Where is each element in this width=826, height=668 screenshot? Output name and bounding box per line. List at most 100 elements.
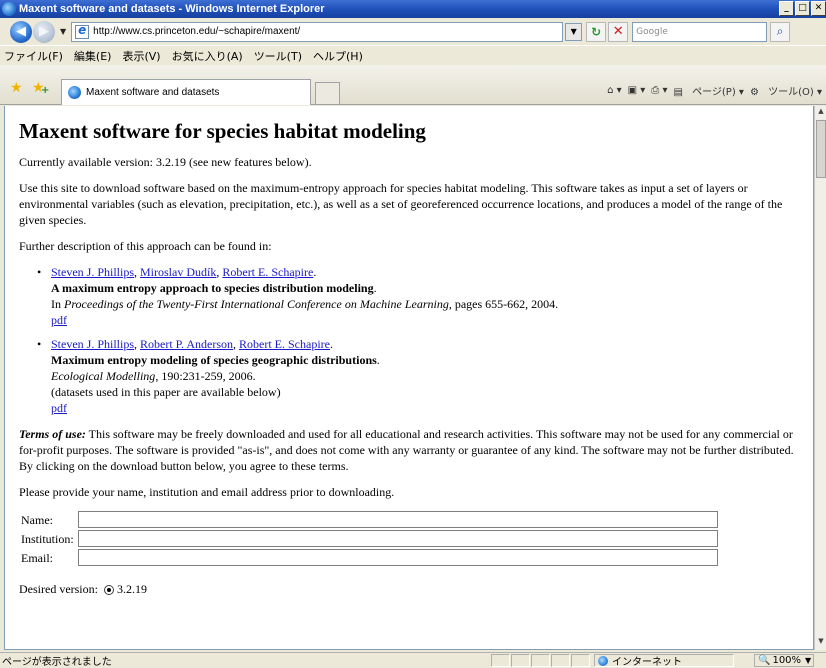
download-form: Name: Institution: Email: — [19, 510, 720, 567]
zoom-level: 100% — [772, 655, 802, 666]
status-bar: ページが表示されました インターネット 🔍 100% ▼ — [0, 652, 826, 668]
url-field[interactable]: http://www.cs.princeton.edu/~schapire/ma… — [71, 21, 564, 42]
search-input[interactable]: Google — [632, 21, 768, 42]
menu-tools[interactable]: ツール(T) — [254, 48, 302, 64]
page-viewport: Maxent software for species habitat mode… — [4, 106, 814, 650]
menu-help[interactable]: ヘルプ(H) — [313, 48, 363, 64]
institution-field[interactable] — [77, 530, 718, 547]
scroll-up-icon[interactable]: ▲ — [816, 107, 826, 119]
menu-file[interactable]: ファイル(F) — [4, 48, 63, 64]
vertical-scrollbar[interactable]: ▲ ▼ — [814, 106, 826, 650]
further-text: Further description of this approach can… — [19, 239, 272, 253]
tab-label: Maxent software and datasets — [86, 87, 220, 98]
address-bar: ◀ ▶ ▼ http://www.cs.princeton.edu/~schap… — [0, 18, 826, 45]
tab-maxent[interactable]: Maxent software and datasets — [61, 79, 311, 105]
terms-paragraph: Terms of use: This software may be freel… — [19, 426, 809, 474]
venue-name: Proceedings of the Twenty-First Internat… — [64, 297, 449, 311]
history-dropdown-icon[interactable]: ▼ — [60, 27, 66, 36]
favorites-star-icon[interactable]: ★ — [10, 80, 23, 96]
ie-page-icon — [68, 86, 81, 99]
reference-title: A maximum entropy approach to species di… — [51, 281, 374, 295]
search-placeholder: Google — [636, 26, 668, 37]
title-bar: Maxent software and datasets - Windows I… — [0, 0, 826, 18]
scroll-thumb[interactable] — [816, 120, 826, 178]
reference-note: (datasets used in this paper are availab… — [51, 385, 281, 399]
version-radio[interactable] — [103, 585, 114, 596]
status-segment — [571, 654, 590, 667]
status-segment — [551, 654, 570, 667]
web-page: Maxent software for species habitat mode… — [19, 106, 809, 597]
window-controls: _ □ ✕ — [779, 1, 826, 16]
venue-suffix: , 190:231-259, 2006. — [155, 369, 256, 383]
author-link[interactable]: Robert E. Schapire — [239, 337, 330, 351]
list-item: Steven J. Phillips, Miroslav Dudík, Robe… — [35, 264, 809, 328]
ie-logo-icon — [2, 2, 16, 16]
institution-label: Institution: — [21, 531, 74, 546]
minimize-button[interactable]: _ — [779, 1, 794, 16]
zone-label: インターネット — [612, 657, 682, 668]
name-label: Name: — [21, 512, 53, 527]
globe-icon — [598, 655, 608, 666]
author-link[interactable]: Miroslav Dudík — [140, 265, 216, 279]
email-field[interactable] — [77, 549, 718, 566]
zoom-dropdown-icon[interactable]: ▼ — [805, 656, 811, 665]
page-heading: Maxent software for species habitat mode… — [19, 119, 426, 143]
menu-edit[interactable]: 編集(E) — [74, 48, 112, 64]
url-dropdown-icon[interactable]: ▼ — [565, 22, 583, 41]
status-segment — [531, 654, 550, 667]
status-segment — [511, 654, 530, 667]
venue-prefix: In — [51, 297, 64, 311]
page-icon — [75, 23, 90, 39]
zoom-control[interactable]: 🔍 100% ▼ — [754, 654, 814, 667]
new-tab-button[interactable] — [315, 82, 340, 104]
scroll-down-icon[interactable]: ▼ — [816, 637, 826, 649]
version-text: Currently available version: 3.2.19 (see… — [19, 155, 312, 169]
forward-button[interactable]: ▶ — [33, 20, 55, 43]
close-button[interactable]: ✕ — [811, 1, 826, 16]
desired-version-label: Desired version: — [19, 582, 98, 596]
tools-menu[interactable]: ⚙ ツール(O) ▾ — [750, 83, 822, 98]
status-segment — [491, 654, 510, 667]
command-bar: ⌂ ▾ ▣ ▾ ⎙ ▾ ▤ ページ(P) ▾ ⚙ ツール(O) ▾ — [601, 83, 822, 98]
author-link[interactable]: Robert E. Schapire — [222, 265, 313, 279]
menu-view[interactable]: 表示(V) — [122, 48, 160, 64]
desired-version-row: Desired version: 3.2.19 — [19, 581, 809, 597]
list-item: Steven J. Phillips, Robert P. Anderson, … — [35, 336, 809, 416]
security-zone[interactable]: インターネット — [594, 654, 734, 668]
url-text[interactable]: http://www.cs.princeton.edu/~schapire/ma… — [93, 26, 300, 37]
venue-name: Ecological Modelling — [51, 369, 156, 383]
back-button[interactable]: ◀ — [10, 20, 32, 43]
home-icon[interactable]: ⌂ ▾ — [607, 85, 622, 96]
menu-favorites[interactable]: お気に入り(A) — [172, 48, 243, 64]
search-button[interactable]: ⌕ — [770, 21, 791, 42]
print-icon[interactable]: ⎙ ▾ — [651, 85, 667, 96]
desired-version-value: 3.2.19 — [116, 582, 147, 596]
author-link[interactable]: Steven J. Phillips — [51, 337, 134, 351]
window-title: Maxent software and datasets - Windows I… — [19, 3, 325, 15]
name-field[interactable] — [77, 511, 718, 528]
refresh-button[interactable]: ↻ — [586, 21, 607, 42]
pdf-link[interactable]: pdf — [51, 313, 67, 327]
menu-bar: ファイル(F) 編集(E) 表示(V) お気に入り(A) ツール(T) ヘルプ(… — [0, 45, 826, 65]
terms-label: Terms of use: — [19, 427, 86, 441]
author-link[interactable]: Steven J. Phillips — [51, 265, 134, 279]
feeds-icon[interactable]: ▣ ▾ — [628, 85, 646, 96]
reference-title: Maximum entropy modeling of species geog… — [51, 353, 377, 367]
reference-list: Steven J. Phillips, Miroslav Dudík, Robe… — [19, 264, 809, 416]
tools-menu-label: ツール(O) — [768, 87, 814, 98]
provide-text: Please provide your name, institution an… — [19, 485, 395, 499]
maximize-button[interactable]: □ — [795, 1, 810, 16]
pdf-link[interactable]: pdf — [51, 401, 67, 415]
page-menu-label: ページ(P) — [692, 87, 736, 98]
terms-text: This software may be freely downloaded a… — [19, 427, 794, 473]
venue-suffix: , pages 655-662, 2004. — [448, 297, 559, 311]
email-label: Email: — [21, 550, 53, 565]
zoom-icon: 🔍 — [758, 655, 771, 666]
page-menu[interactable]: ▤ ページ(P) ▾ — [673, 83, 743, 98]
add-favorite-icon[interactable]: ★ — [32, 80, 49, 96]
status-text: ページが表示されました — [2, 657, 112, 668]
author-link[interactable]: Robert P. Anderson — [140, 337, 233, 351]
intro-paragraph: Use this site to download software based… — [19, 181, 783, 227]
stop-button[interactable]: ✕ — [608, 21, 629, 42]
tab-bar: ★ ★ Maxent software and datasets ⌂ ▾ ▣ ▾… — [0, 65, 826, 105]
